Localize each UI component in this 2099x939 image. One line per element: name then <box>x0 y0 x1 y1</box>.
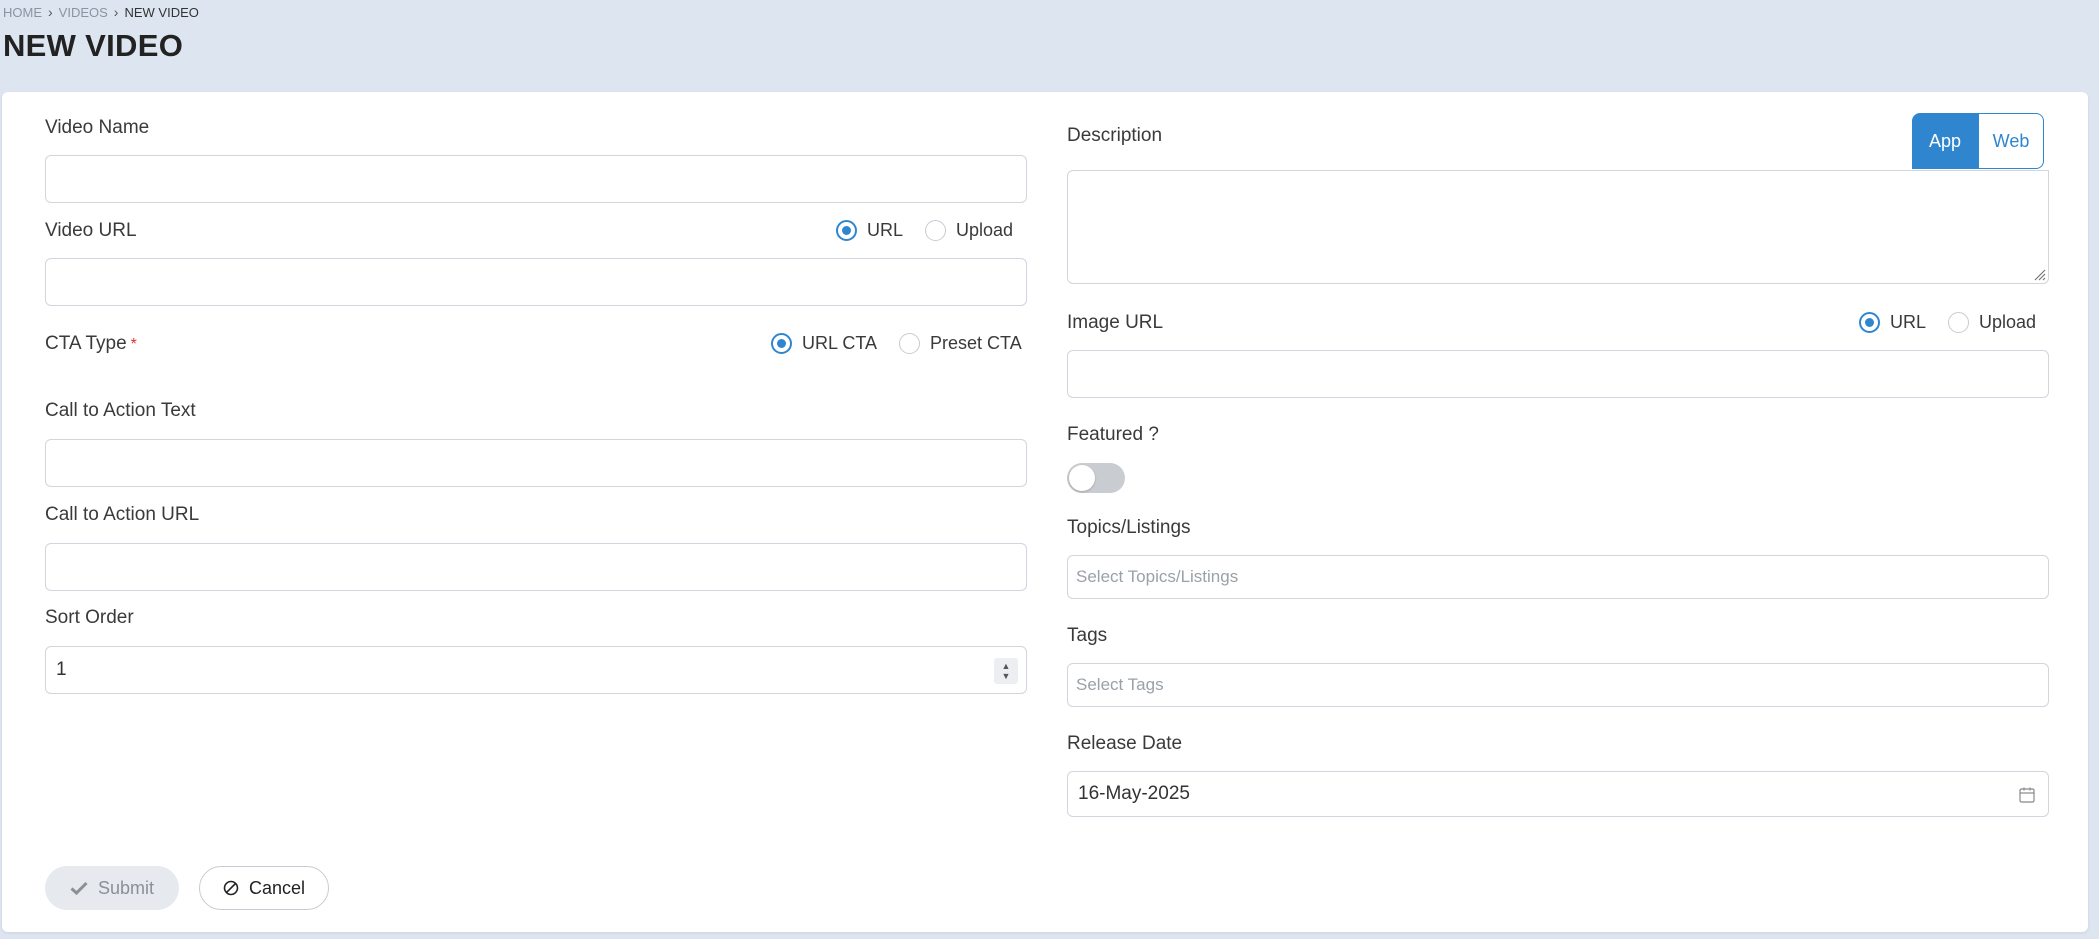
video-url-option-upload-label: Upload <box>956 220 1014 240</box>
radio-selected-icon[interactable] <box>771 333 792 354</box>
radio-selected-icon[interactable] <box>836 220 857 241</box>
cta-text-input[interactable] <box>45 439 1027 487</box>
tab-app[interactable]: App <box>1912 113 1978 169</box>
video-url-option-url-label: URL <box>867 220 904 240</box>
form-card: Video Name Video URL URL Upload CTA Type… <box>2 92 2088 932</box>
sort-order-input[interactable]: 1 ▲ ▼ <box>45 646 1027 694</box>
release-date-label: Release Date <box>1067 733 1183 754</box>
sort-order-label: Sort Order <box>45 607 134 628</box>
image-url-option-upload-label: Upload <box>1979 312 2037 332</box>
cta-text-label: Call to Action Text <box>45 400 196 421</box>
video-url-input[interactable] <box>45 258 1027 306</box>
sort-order-value: 1 <box>56 659 67 680</box>
video-name-label: Video Name <box>45 117 150 138</box>
description-textarea[interactable] <box>1067 170 2049 284</box>
cta-type-option-url-cta-label: URL CTA <box>802 333 878 353</box>
tags-placeholder: Select Tags <box>1076 675 1164 694</box>
calendar-icon[interactable] <box>2018 786 2036 804</box>
featured-label: Featured ? <box>1067 424 1159 445</box>
breadcrumb-home[interactable]: HOME <box>3 5 42 20</box>
description-mode-tabs: App Web <box>1912 113 2044 169</box>
video-name-input[interactable] <box>45 155 1027 203</box>
image-url-option-url-label: URL <box>1890 312 1927 332</box>
radio-selected-icon[interactable] <box>1859 312 1880 333</box>
cancel-label: Cancel <box>248 877 306 898</box>
radio-unselected-icon[interactable] <box>1948 312 1970 333</box>
video-url-option-url[interactable]: URL <box>836 220 903 241</box>
submit-label: Submit <box>97 877 155 898</box>
cta-url-input[interactable] <box>45 543 1027 591</box>
submit-button[interactable]: Submit <box>45 866 179 910</box>
topics-select[interactable]: Select Topics/Listings <box>1067 555 2049 599</box>
tags-label: Tags <box>1067 625 1108 646</box>
release-date-input[interactable]: 16-May-2025 <box>1067 771 2049 817</box>
topics-label: Topics/Listings <box>1067 517 1191 538</box>
stepper-up-icon[interactable]: ▲ <box>1002 661 1011 671</box>
cta-type-option-preset-cta-label: Preset CTA <box>930 333 1022 353</box>
tab-web[interactable]: Web <box>1978 113 2044 169</box>
cta-url-label: Call to Action URL <box>45 504 200 525</box>
ban-icon <box>223 880 239 896</box>
image-url-input[interactable] <box>1067 350 2049 398</box>
featured-toggle[interactable] <box>1067 463 1125 493</box>
cancel-button[interactable]: Cancel <box>199 866 329 910</box>
image-url-option-url[interactable]: URL <box>1859 312 1926 333</box>
cta-type-radio-group: URL CTA Preset CTA <box>771 333 1022 354</box>
image-url-source-radio-group: URL Upload <box>1859 312 2036 333</box>
required-marker: * <box>130 336 137 353</box>
resize-grip-icon[interactable] <box>2032 267 2046 281</box>
spinner-arrows-icon[interactable]: ▲ ▼ <box>994 658 1018 684</box>
cta-type-label: CTA Type * <box>45 333 137 355</box>
description-label: Description <box>1067 125 1163 146</box>
page-title: NEW VIDEO <box>3 28 184 63</box>
chevron-right-icon: › <box>113 4 119 20</box>
breadcrumb-videos[interactable]: VIDEOS <box>59 5 108 20</box>
stepper-down-icon[interactable]: ▼ <box>1002 671 1011 681</box>
radio-unselected-icon[interactable] <box>925 220 947 241</box>
chevron-right-icon: › <box>48 4 53 20</box>
breadcrumb-current: NEW VIDEO <box>124 4 199 20</box>
topics-placeholder: Select Topics/Listings <box>1076 567 1239 586</box>
cta-type-option-preset-cta[interactable]: Preset CTA <box>899 333 1022 354</box>
tags-select[interactable]: Select Tags <box>1067 663 2049 707</box>
video-url-source-radio-group: URL Upload <box>836 220 1013 241</box>
cta-type-label-text: CTA Type <box>45 333 127 354</box>
cta-type-option-url-cta[interactable]: URL CTA <box>771 333 877 354</box>
check-icon <box>70 881 88 895</box>
video-url-label: Video URL <box>45 220 137 241</box>
video-url-option-upload[interactable]: Upload <box>925 220 1013 241</box>
radio-unselected-icon[interactable] <box>899 333 921 354</box>
image-url-label: Image URL <box>1067 312 1164 333</box>
breadcrumb: HOME › VIDEOS › NEW VIDEO <box>3 4 199 20</box>
image-url-option-upload[interactable]: Upload <box>1948 312 2036 333</box>
release-date-value: 16-May-2025 <box>1078 783 1190 804</box>
